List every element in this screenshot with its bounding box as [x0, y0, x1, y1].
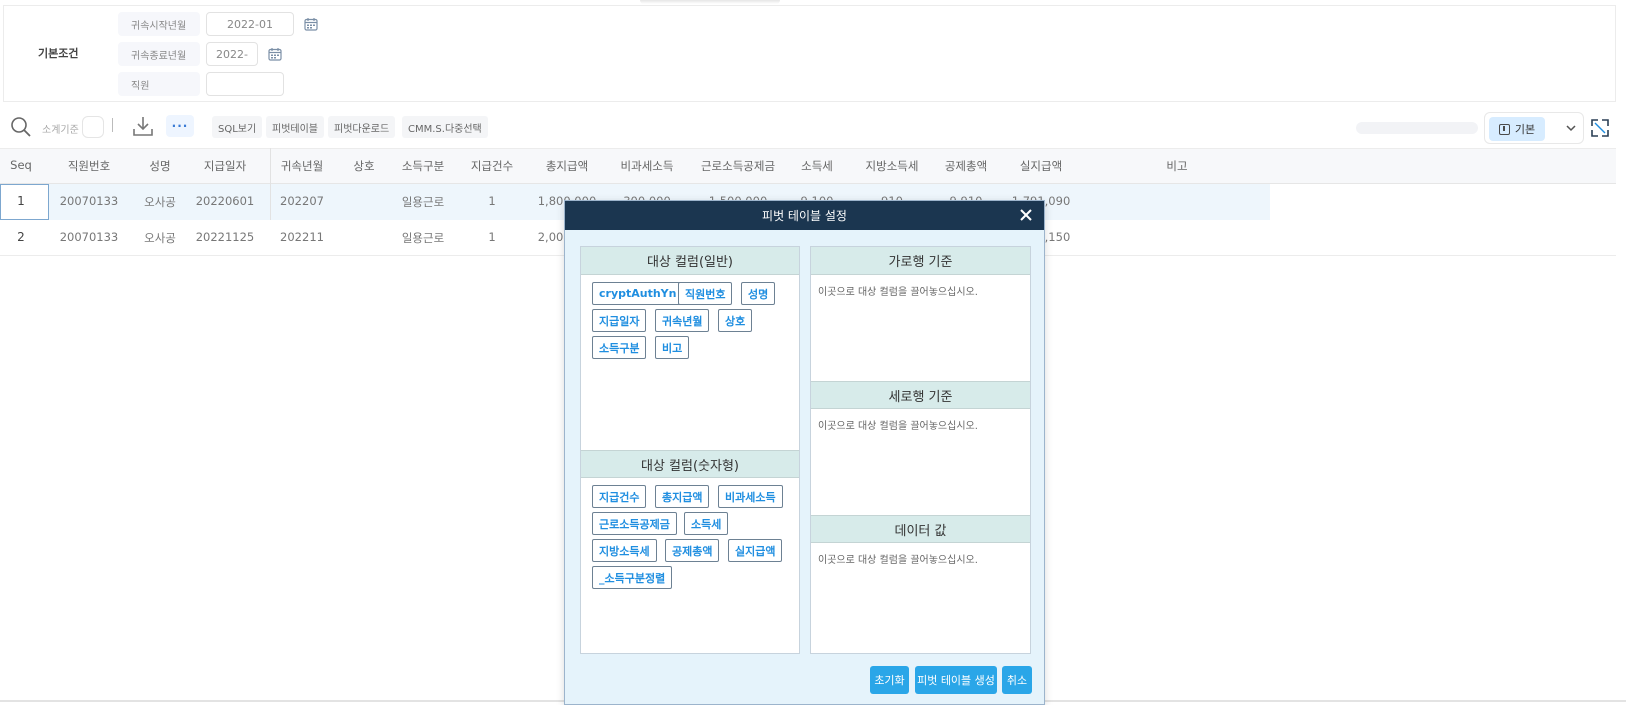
condition-section-title: 기본조건 [38, 47, 79, 60]
header-remark[interactable]: 비고 [1117, 158, 1237, 174]
calendar-icon[interactable] [304, 17, 318, 31]
view-selector[interactable]: 기본 [1484, 112, 1584, 144]
chip-net-pay[interactable]: 실지급액 [728, 539, 783, 562]
subtotal-label: 소계기준 [42, 124, 79, 136]
progress-track [1356, 122, 1478, 134]
create-pivot-button[interactable]: 피벗 테이블 생성 [915, 666, 997, 694]
dialog-header: 피벗 테이블 설정 [565, 201, 1044, 230]
target-columns-panel: 대상 컬럼(일반) cryptAuthYn 직원번호 성명 지급일자 귀속년월 … [580, 246, 800, 654]
view-mode-icon [1498, 123, 1510, 135]
start-month-input[interactable]: 2022-01 [206, 12, 294, 36]
employee-label: 직원 [118, 72, 200, 96]
data-value-drop-zone[interactable]: 이곳으로 대상 컬럼을 끌어놓으십시오. [818, 551, 978, 566]
chip-nontax-income[interactable]: 비과세소득 [718, 485, 783, 508]
data-value-title: 데이터 값 [811, 515, 1030, 543]
general-columns-title: 대상 컬럼(일반) [581, 247, 799, 275]
chip-pay-date[interactable]: 지급일자 [592, 309, 647, 332]
chip-pay-count[interactable]: 지급건수 [592, 485, 647, 508]
pivot-settings-dialog: 피벗 테이블 설정 대상 컬럼(일반) cryptAuthYn 직원번호 성명 … [564, 200, 1045, 705]
close-icon[interactable] [1018, 207, 1034, 223]
chip-income-type[interactable]: 소득구분 [592, 336, 647, 359]
start-month-label: 귀속시작년월 [118, 12, 200, 36]
chip-cryptauthyn[interactable]: cryptAuthYn [592, 282, 684, 305]
condition-row-employee: 직원 [118, 72, 284, 96]
sql-view-button[interactable]: SQL보기 [212, 116, 263, 138]
condition-row-start: 귀속시작년월 2022-01 [118, 12, 318, 36]
chip-income-tax[interactable]: 소득세 [684, 512, 729, 535]
row-axis-drop-zone[interactable]: 이곳으로 대상 컬럼을 끌어놓으십시오. [818, 283, 978, 298]
numeric-columns-title: 대상 컬럼(숫자형) [581, 450, 799, 478]
pivot-download-button[interactable]: 피벗다운로드 [328, 116, 396, 138]
chip-name[interactable]: 성명 [741, 282, 776, 305]
view-default-label: 기본 [1514, 123, 1536, 136]
view-default-button[interactable]: 기본 [1489, 117, 1545, 141]
toolbar-divider [112, 118, 113, 132]
chip-total-pay[interactable]: 총지급액 [655, 485, 710, 508]
pivot-drop-zones: 가로행 기준 이곳으로 대상 컬럼을 끌어놓으십시오. 세로행 기준 이곳으로 … [810, 246, 1031, 654]
dialog-title: 피벗 테이블 설정 [762, 209, 847, 223]
calendar-icon[interactable] [268, 47, 282, 61]
column-axis-title: 세로행 기준 [811, 381, 1030, 409]
reset-button[interactable]: 초기화 [870, 666, 909, 694]
row-axis-title: 가로행 기준 [811, 247, 1030, 275]
fullscreen-icon[interactable] [1590, 118, 1610, 138]
cell-belong-month[interactable]: 202207 [242, 194, 362, 208]
end-month-input[interactable]: 2022- [206, 42, 258, 66]
multi-select-button[interactable]: CMM.S.다중선택 [402, 116, 488, 138]
search-icon[interactable] [10, 116, 32, 138]
chip-total-deduction[interactable]: 공제총액 [665, 539, 720, 562]
column-axis-drop-zone[interactable]: 이곳으로 대상 컬럼을 끌어놓으십시오. [818, 417, 978, 432]
chip-local-tax[interactable]: 지방소득세 [592, 539, 657, 562]
employee-input[interactable] [206, 72, 284, 96]
cell-belong-month[interactable]: 202211 [242, 230, 362, 244]
chip-company[interactable]: 상호 [718, 309, 753, 332]
cancel-button[interactable]: 취소 [1002, 666, 1032, 694]
download-icon[interactable] [132, 115, 154, 137]
chevron-down-icon[interactable] [1565, 122, 1577, 134]
condition-row-end: 귀속종료년월 2022- [118, 42, 282, 66]
header-net-pay[interactable]: 실지급액 [981, 158, 1101, 174]
more-button[interactable]: ··· [166, 115, 194, 137]
pivot-table-button[interactable]: 피벗테이블 [266, 116, 324, 138]
chip-remark[interactable]: 비고 [655, 336, 690, 359]
chip-employee-no[interactable]: 직원번호 [678, 282, 733, 305]
end-month-label: 귀속종료년월 [118, 42, 200, 66]
subtotal-checkbox[interactable] [82, 116, 104, 138]
top-shadow [640, 0, 780, 4]
chip-earned-deduction[interactable]: 근로소득공제금 [592, 512, 677, 535]
chip-income-type-sort[interactable]: _소득구분정렬 [592, 566, 673, 589]
chip-belong-month[interactable]: 귀속년월 [655, 309, 710, 332]
